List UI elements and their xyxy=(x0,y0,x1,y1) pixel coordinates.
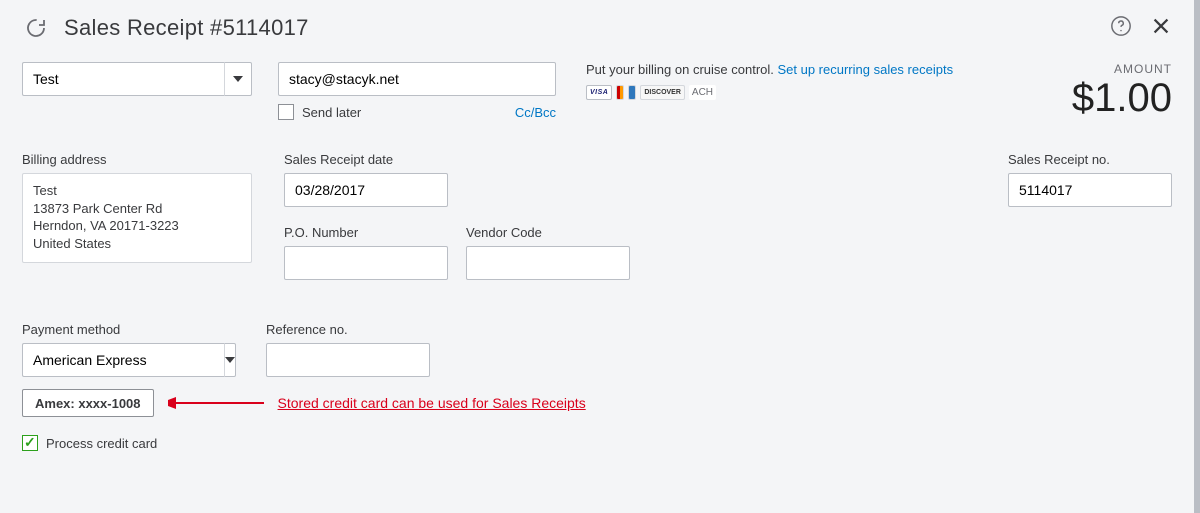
customer-input[interactable] xyxy=(22,62,224,96)
vendor-label: Vendor Code xyxy=(466,225,630,240)
card-logos: VISA DISCOVER ACH xyxy=(586,85,953,100)
send-later-box[interactable] xyxy=(278,104,294,120)
visa-logo: VISA xyxy=(586,85,612,100)
refresh-cycle-icon xyxy=(22,14,50,42)
process-credit-card-checkbox[interactable] xyxy=(22,435,38,451)
cc-bcc-link[interactable]: Cc/Bcc xyxy=(515,105,556,120)
close-icon[interactable] xyxy=(1150,15,1172,42)
send-later-checkbox[interactable]: Send later xyxy=(278,104,361,120)
amex-logo xyxy=(628,85,636,100)
payment-method-label: Payment method xyxy=(22,322,234,337)
reference-label: Reference no. xyxy=(266,322,430,337)
po-input[interactable] xyxy=(284,246,448,280)
payment-method-input[interactable] xyxy=(22,343,224,377)
reference-input[interactable] xyxy=(266,343,430,377)
receipt-no-input[interactable] xyxy=(1008,173,1172,207)
billing-address-label: Billing address xyxy=(22,152,252,167)
amount-label: AMOUNT xyxy=(1072,62,1172,76)
date-label: Sales Receipt date xyxy=(284,152,630,167)
email-input[interactable] xyxy=(278,62,556,96)
customer-select[interactable] xyxy=(22,62,252,96)
recurring-msg: Put your billing on cruise control. Set … xyxy=(586,62,953,100)
process-credit-card-label: Process credit card xyxy=(46,436,157,451)
stored-card-button[interactable]: Amex: xxxx-1008 xyxy=(22,389,154,417)
vendor-input[interactable] xyxy=(466,246,630,280)
page-title: Sales Receipt #5114017 xyxy=(64,15,1110,41)
receipt-no-label: Sales Receipt no. xyxy=(1008,152,1172,167)
ach-logo: ACH xyxy=(689,85,716,100)
send-later-label: Send later xyxy=(302,105,361,120)
annotation-arrow-icon xyxy=(168,394,268,412)
discover-logo: DISCOVER xyxy=(640,85,685,100)
po-label: P.O. Number xyxy=(284,225,448,240)
date-input[interactable] xyxy=(284,173,448,207)
help-icon[interactable] xyxy=(1110,15,1132,42)
setup-recurring-link[interactable]: Set up recurring sales receipts xyxy=(777,62,953,77)
payment-method-select[interactable] xyxy=(22,343,234,377)
payment-method-caret[interactable] xyxy=(224,343,236,377)
customer-dropdown-caret[interactable] xyxy=(224,62,252,96)
amount-value: $1.00 xyxy=(1072,78,1172,118)
annotation-text: Stored credit card can be used for Sales… xyxy=(278,395,586,411)
billing-address-field[interactable]: Test 13873 Park Center Rd Herndon, VA 20… xyxy=(22,173,252,263)
mastercard-logo xyxy=(616,85,624,100)
